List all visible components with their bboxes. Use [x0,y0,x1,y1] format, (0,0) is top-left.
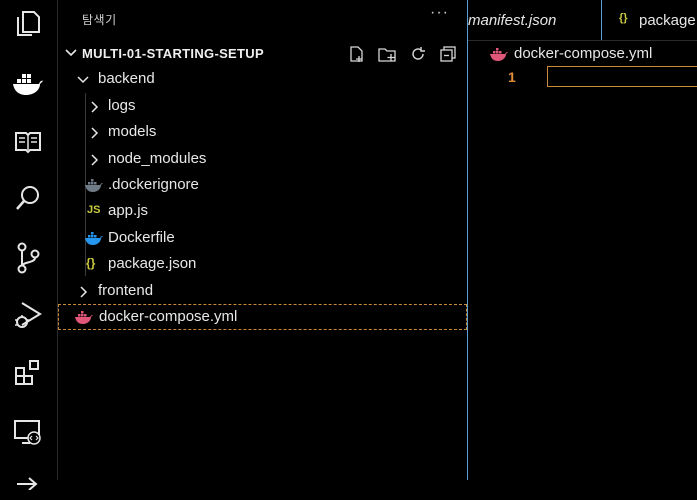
chevron-right-icon [80,286,88,298]
tree-item-node-modules[interactable]: node_modules [58,146,467,172]
tab-package-json[interactable]: {} package [603,0,697,40]
explorer-toolbar [347,45,457,63]
chevron-down-icon [77,76,89,84]
workspace-section-header[interactable]: MULTI-01-STARTING-SETUP [58,42,467,66]
tree-item-label: package.json [108,255,197,272]
explorer-icon[interactable] [11,6,45,40]
docker-gray-icon [85,179,103,192]
docker-pink-icon [490,48,508,61]
json-braces-icon: {} [86,256,96,270]
collapse-all-icon[interactable] [439,45,457,63]
run-debug-icon[interactable] [11,298,45,332]
tree-item-label: models [108,123,157,140]
tree-item-app-js[interactable]: JS app.js [58,198,467,224]
tree-item-label: Dockerfile [108,229,175,246]
json-braces-icon: {} [619,12,628,24]
tab-manifest-json[interactable]: manifest.json [468,0,602,40]
extensions-icon[interactable] [11,356,45,390]
chevron-right-icon [91,101,99,113]
js-file-icon: JS [87,204,101,216]
source-control-icon[interactable] [11,241,45,275]
chevron-right-icon [91,127,99,139]
activity-bar [0,0,58,490]
arrow-right-icon[interactable] [11,466,45,500]
docker-blue-icon [85,232,103,245]
workspace-name: MULTI-01-STARTING-SETUP [82,46,264,61]
editor-tab-bar: manifest.json {} package [468,0,697,41]
line-number: 1 [508,69,516,85]
new-folder-icon[interactable] [377,45,397,63]
new-file-icon[interactable] [347,45,365,63]
tree-item-label: .dockerignore [108,176,199,193]
tree-item-dockerfile[interactable]: Dockerfile [58,225,467,251]
tree-item-docker-compose[interactable]: docker-compose.yml [58,304,467,330]
refresh-icon[interactable] [409,45,427,63]
tab-label: manifest.json [468,12,557,29]
tab-label: package [639,12,696,29]
docker-pink-icon [75,311,93,324]
docker-icon[interactable] [11,68,45,102]
tree-item-label: node_modules [108,150,207,167]
tree-item-package-json[interactable]: {} package.json [58,251,467,277]
tree-item-label: app.js [108,202,149,219]
tree-item-label: docker-compose.yml [99,308,238,325]
editor-area: manifest.json {} package docker-compose.… [468,0,697,480]
tree-item-backend[interactable]: backend [58,66,467,92]
chevron-down-icon [65,49,77,57]
more-actions-icon[interactable]: ··· [430,4,449,22]
tree-item-logs[interactable]: logs [58,93,467,119]
breadcrumb-file: docker-compose.yml [514,45,653,62]
chevron-right-icon [91,154,99,166]
tree-item-label: backend [98,70,155,87]
sidebar-title: 탐색기 [82,13,117,27]
search-icon[interactable] [11,181,45,215]
explorer-sidebar: 탐색기 ··· MULTI-01-STARTING-SETUP backend … [58,0,468,480]
remote-explorer-icon[interactable] [11,415,45,449]
book-icon[interactable] [11,125,45,159]
tree-item-label: logs [108,97,136,114]
tree-item-models[interactable]: models [58,119,467,145]
current-line-highlight[interactable] [547,66,697,87]
tree-item-dockerignore[interactable]: .dockerignore [58,172,467,198]
tree-item-label: frontend [98,282,154,299]
tree-item-frontend[interactable]: frontend [58,278,467,304]
